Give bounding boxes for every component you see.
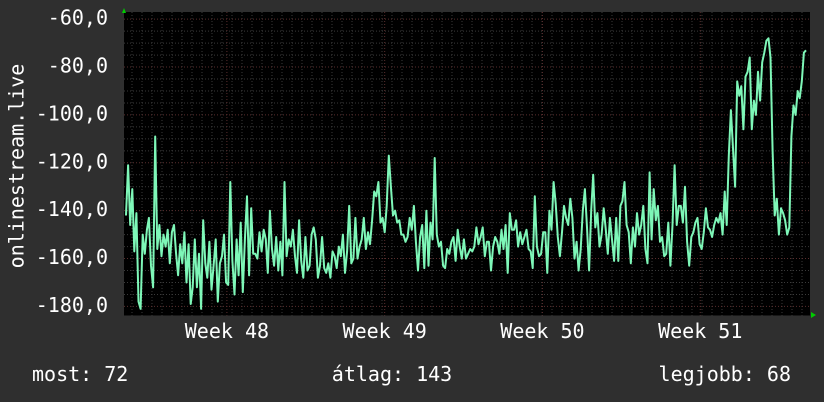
x-tick-label: Week 48 [185, 319, 269, 343]
y-tick-label: -60,0 [48, 6, 108, 30]
x-tick-label: Week 49 [343, 319, 427, 343]
footer-average: átlag: 143 [332, 362, 452, 386]
y-tick-label: -120,0 [36, 149, 108, 173]
x-tick-label: Week 50 [500, 319, 584, 343]
y-tick-label: -160,0 [36, 245, 108, 269]
line-chart: -60,0 -80,0 -100,0 -120,0 -140,0 -160,0 -180,0… [0, 0, 824, 402]
y-tick-label: -80,0 [48, 54, 108, 78]
y-tick-label: -100,0 [36, 101, 108, 125]
x-tick-label: Week 51 [658, 319, 742, 343]
footer-best: legjobb: 68 [659, 362, 791, 386]
footer-current: most: 72 [32, 362, 128, 386]
y-tick-label: -140,0 [36, 197, 108, 221]
y-tick-label: -180,0 [36, 293, 108, 317]
y-axis-label: onlinestream.live [5, 64, 29, 269]
